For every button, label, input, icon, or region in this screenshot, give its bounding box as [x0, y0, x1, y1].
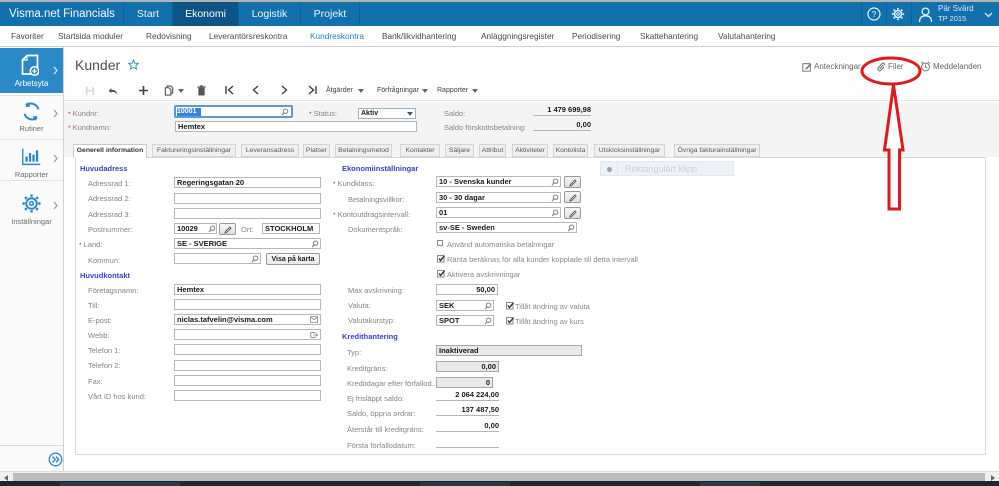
- svg-text:?: ?: [872, 9, 877, 19]
